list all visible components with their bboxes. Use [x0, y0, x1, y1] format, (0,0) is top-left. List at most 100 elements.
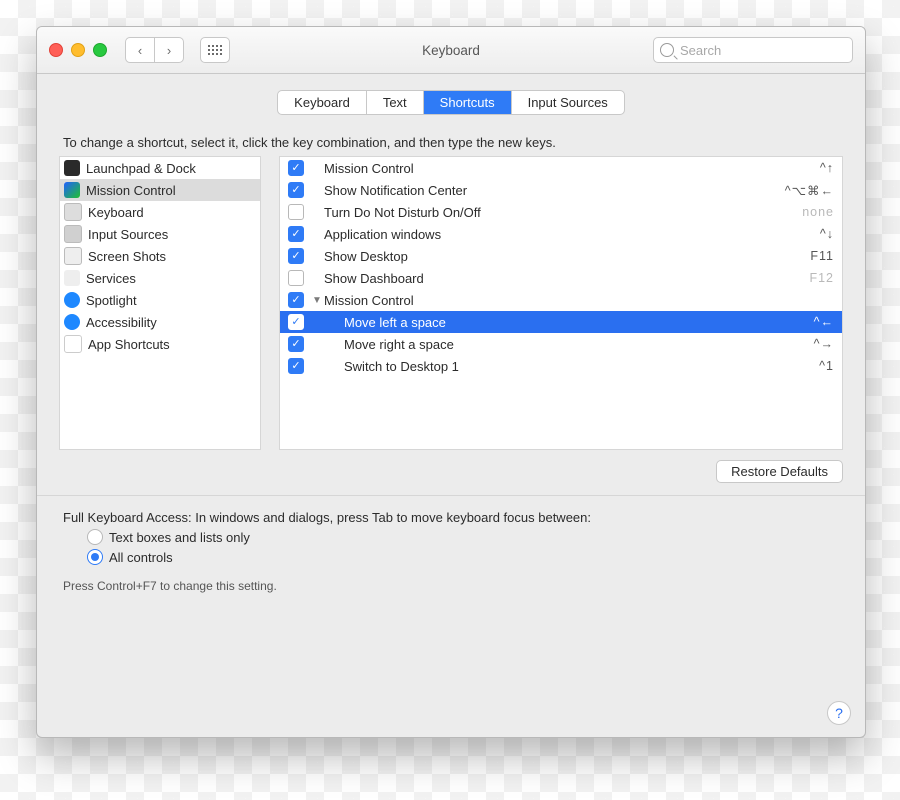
tab-text[interactable]: Text: [366, 91, 423, 114]
radio-label: Text boxes and lists only: [109, 530, 250, 545]
category-launchpad-dock[interactable]: Launchpad & Dock: [60, 157, 260, 179]
search-field[interactable]: Search: [653, 37, 853, 63]
shortcut-label: Switch to Desktop 1: [344, 359, 819, 374]
tab-input-sources[interactable]: Input Sources: [511, 91, 624, 114]
back-button[interactable]: ‹: [126, 38, 154, 62]
inp-icon: [64, 225, 82, 243]
category-services[interactable]: Services: [60, 267, 260, 289]
tab-bar: KeyboardTextShortcutsInput Sources: [277, 90, 625, 115]
radio-label: All controls: [109, 550, 173, 565]
content: KeyboardTextShortcutsInput Sources To ch…: [37, 74, 865, 737]
app-icon: [64, 335, 82, 353]
shortcut-label: Show Dashboard: [324, 271, 809, 286]
shortcut-label: Move left a space: [344, 315, 814, 330]
category-spotlight[interactable]: Spotlight: [60, 289, 260, 311]
category-input-sources[interactable]: Input Sources: [60, 223, 260, 245]
shortcut-label: Show Desktop: [324, 249, 810, 264]
shortcut-label: Move right a space: [344, 337, 814, 352]
shortcut-label: Application windows: [324, 227, 820, 242]
shortcut-label: Mission Control: [324, 161, 820, 176]
checkbox[interactable]: [288, 336, 304, 352]
shortcut-label: Turn Do Not Disturb On/Off: [324, 205, 802, 220]
help-button[interactable]: ?: [827, 701, 851, 725]
radio-icon: [87, 549, 103, 565]
hint-text: Press Control+F7 to change this setting.: [63, 579, 843, 593]
checkbox[interactable]: [288, 160, 304, 176]
spot-icon: [64, 292, 80, 308]
shortcut-row[interactable]: Mission Control^↑: [280, 157, 842, 179]
category-keyboard[interactable]: Keyboard: [60, 201, 260, 223]
shortcut-row[interactable]: Move left a space^←: [280, 311, 842, 333]
category-label: Services: [86, 271, 136, 286]
shortcut-keys[interactable]: ^←: [814, 315, 834, 329]
fka-radio-group: Text boxes and lists only All controls: [87, 529, 843, 565]
shortcut-list[interactable]: Mission Control^↑Show Notification Cente…: [279, 156, 843, 450]
restore-defaults-button[interactable]: Restore Defaults: [716, 460, 843, 483]
category-label: Keyboard: [88, 205, 144, 220]
category-app-shortcuts[interactable]: App Shortcuts: [60, 333, 260, 355]
shortcut-keys[interactable]: F11: [810, 249, 834, 263]
checkbox[interactable]: [288, 314, 304, 330]
search-icon: [660, 43, 674, 57]
shortcut-row[interactable]: Turn Do Not Disturb On/Offnone: [280, 201, 842, 223]
search-placeholder: Search: [680, 43, 721, 58]
restore-wrap: Restore Defaults: [59, 460, 843, 483]
tab-keyboard[interactable]: Keyboard: [278, 91, 366, 114]
shortcut-keys[interactable]: none: [802, 205, 834, 219]
category-screen-shots[interactable]: Screen Shots: [60, 245, 260, 267]
category-list[interactable]: Launchpad & Dock Mission Control Keyboard I…: [59, 156, 261, 450]
full-keyboard-access-heading: Full Keyboard Access: In windows and dia…: [63, 510, 843, 525]
svc-icon: [64, 270, 80, 286]
shortcut-label: Mission Control: [324, 293, 834, 308]
category-mission-control[interactable]: Mission Control: [60, 179, 260, 201]
checkbox[interactable]: [288, 248, 304, 264]
shortcut-keys[interactable]: F12: [809, 271, 834, 285]
minimize-button[interactable]: [71, 43, 85, 57]
shortcut-keys[interactable]: ^→: [814, 337, 834, 351]
grid-icon: [208, 45, 222, 55]
shortcut-row[interactable]: Switch to Desktop 1^1: [280, 355, 842, 377]
shortcut-row[interactable]: Show DesktopF11: [280, 245, 842, 267]
fka-option-allcontrols[interactable]: All controls: [87, 549, 843, 565]
preferences-window: ‹ › Keyboard Search KeyboardTextShortcut…: [36, 26, 866, 738]
category-label: Launchpad & Dock: [86, 161, 196, 176]
checkbox[interactable]: [288, 358, 304, 374]
category-label: Mission Control: [86, 183, 176, 198]
radio-icon: [87, 529, 103, 545]
checkbox[interactable]: [288, 226, 304, 242]
acc-icon: [64, 314, 80, 330]
checkbox[interactable]: [288, 204, 304, 220]
close-button[interactable]: [49, 43, 63, 57]
category-label: Input Sources: [88, 227, 168, 242]
panels: Launchpad & Dock Mission Control Keyboard I…: [59, 156, 843, 450]
category-accessibility[interactable]: Accessibility: [60, 311, 260, 333]
checkbox[interactable]: [288, 292, 304, 308]
forward-button[interactable]: ›: [154, 38, 183, 62]
shortcut-keys[interactable]: ^⌥⌘←: [785, 183, 834, 198]
launchpad-icon: [64, 160, 80, 176]
shortcut-label: Show Notification Center: [324, 183, 785, 198]
checkbox[interactable]: [288, 182, 304, 198]
shortcut-row[interactable]: Application windows^↓: [280, 223, 842, 245]
category-label: Screen Shots: [88, 249, 166, 264]
tab-shortcuts[interactable]: Shortcuts: [423, 91, 511, 114]
titlebar: ‹ › Keyboard Search: [37, 27, 865, 74]
shortcut-row[interactable]: ▼Mission Control: [280, 289, 842, 311]
category-label: Spotlight: [86, 293, 137, 308]
shortcut-row[interactable]: Show Notification Center^⌥⌘←: [280, 179, 842, 201]
shortcut-row[interactable]: Move right a space^→: [280, 333, 842, 355]
shortcut-row[interactable]: Show DashboardF12: [280, 267, 842, 289]
fka-option-textboxes[interactable]: Text boxes and lists only: [87, 529, 843, 545]
category-label: App Shortcuts: [88, 337, 170, 352]
disclosure-icon[interactable]: ▼: [312, 295, 322, 306]
separator: [37, 495, 865, 496]
shortcut-keys[interactable]: ^1: [819, 359, 834, 373]
instruction-text: To change a shortcut, select it, click t…: [63, 135, 843, 150]
zoom-button[interactable]: [93, 43, 107, 57]
shortcut-keys[interactable]: ^↑: [820, 161, 834, 175]
shortcut-keys[interactable]: ^↓: [820, 227, 834, 241]
checkbox[interactable]: [288, 270, 304, 286]
show-all-button[interactable]: [200, 37, 230, 63]
ss-icon: [64, 247, 82, 265]
mc-icon: [64, 182, 80, 198]
